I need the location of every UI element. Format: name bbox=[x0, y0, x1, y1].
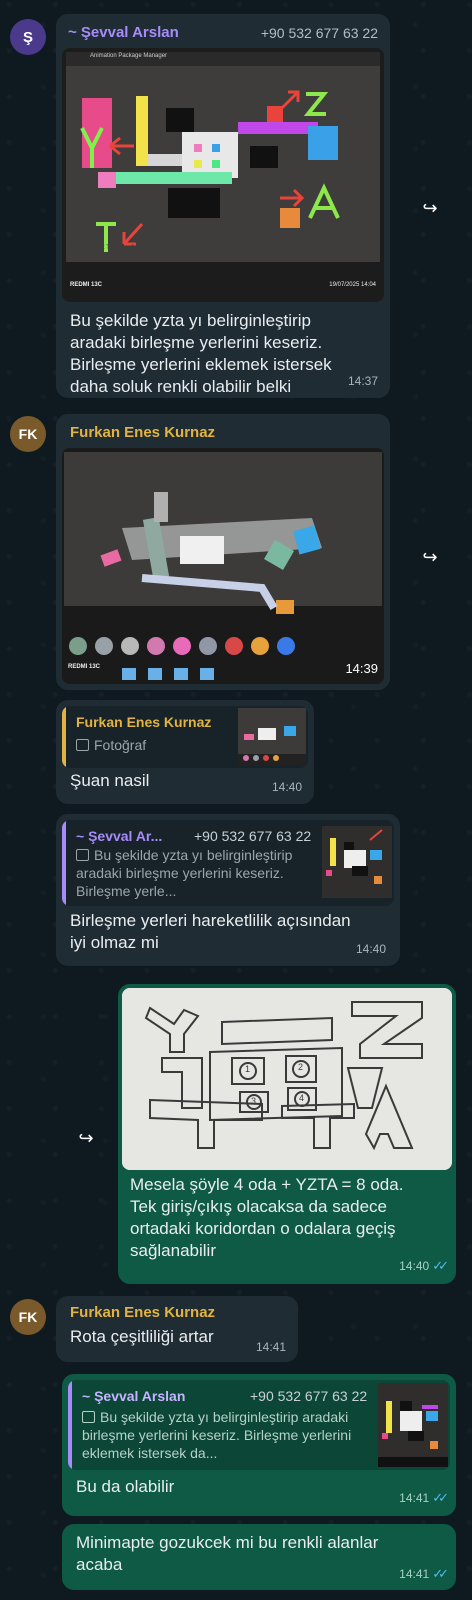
sketch-photo bbox=[122, 988, 452, 1170]
message-time: 14:39 bbox=[345, 661, 378, 676]
screenshot-photo bbox=[62, 448, 384, 684]
message-text: Şuan nasil bbox=[70, 771, 150, 790]
double-check-icon: ✓✓ bbox=[432, 1566, 449, 1581]
message-time: 14:40 ✓✓ bbox=[399, 1258, 449, 1274]
time-label: 14:40 bbox=[399, 1259, 430, 1273]
image-letters: Y ← U T ↗ Z T ↙ A → A bbox=[70, 245, 135, 251]
photo-icon bbox=[76, 739, 89, 751]
message-bubble[interactable]: ~ Şevval Arslan +90 532 677 63 22 Animat… bbox=[56, 14, 390, 398]
reply-thumbnail bbox=[238, 708, 306, 766]
reply-bar bbox=[62, 706, 66, 768]
sender-name[interactable]: ~ Şevval Arslan bbox=[68, 24, 179, 41]
message-text: Bu da olabilir bbox=[76, 1477, 175, 1496]
reply-quote[interactable]: ~ Şevval Ar... +90 532 677 63 22 Bu şeki… bbox=[62, 820, 394, 906]
reply-text: Bu şekilde yzta yı belirginleştirip arad… bbox=[76, 846, 314, 900]
message-time: 14:37 bbox=[347, 374, 378, 388]
message-bubble[interactable]: Furkan Enes Kurnaz REDMI 13C 14:39 bbox=[56, 414, 390, 690]
screenshot-photo bbox=[62, 48, 384, 302]
forward-icon[interactable]: ↪ bbox=[70, 1122, 102, 1154]
reply-bar bbox=[62, 820, 66, 906]
avatar[interactable]: FK bbox=[10, 1299, 46, 1335]
sketch-number: 2 bbox=[298, 1062, 304, 1072]
message-time: 14:41 ✓✓ bbox=[399, 1566, 449, 1582]
image-caption-left: REDMI 13C bbox=[70, 282, 103, 288]
message-bubble[interactable]: Furkan Enes Kurnaz Fotoğraf Şuan nasil 1… bbox=[56, 700, 314, 804]
message-text: Birleşme yerleri hareketlilik açısından … bbox=[70, 911, 351, 952]
image-caption-right: 19/07/2025 14:04 bbox=[329, 282, 376, 288]
message-image[interactable]: 1 2 3 4 YZTA bbox=[122, 988, 452, 1170]
reply-quote[interactable]: ~ Şevval Arslan +90 532 677 63 22 Bu şek… bbox=[68, 1380, 450, 1470]
image-caption: REDMI 13C bbox=[68, 664, 101, 670]
message-bubble[interactable]: Furkan Enes Kurnaz Rota çeşitliliği arta… bbox=[56, 1296, 298, 1362]
reply-thumbnail bbox=[322, 826, 392, 898]
message-text: Minimapte gozukcek mi bu renkli alanlar … bbox=[76, 1533, 379, 1574]
message-time: 14:40 bbox=[355, 942, 386, 956]
message-time: 14:41 bbox=[255, 1340, 286, 1354]
avatar[interactable]: FK bbox=[10, 416, 46, 452]
sender-name[interactable]: Furkan Enes Kurnaz bbox=[70, 1304, 215, 1321]
time-label: 14:41 bbox=[399, 1567, 430, 1581]
reply-sender: Furkan Enes Kurnaz bbox=[76, 714, 212, 730]
message-bubble[interactable]: 1 2 3 4 YZTA Mesela şöyle 4 oda + YZTA =… bbox=[118, 984, 456, 1284]
message-text: Mesela şöyle 4 oda + YZTA = 8 oda. Tek g… bbox=[130, 1175, 404, 1260]
reply-phone: +90 532 677 63 22 bbox=[194, 828, 312, 844]
image-ui-text: Animation Package Manager bbox=[90, 53, 168, 59]
message-text: Rota çeşitliliği artar bbox=[70, 1327, 214, 1346]
reply-quote[interactable]: Furkan Enes Kurnaz Fotoğraf bbox=[62, 706, 308, 768]
double-check-icon: ✓✓ bbox=[432, 1258, 449, 1273]
sketch-number: 4 bbox=[299, 1093, 305, 1103]
message-bubble[interactable]: ~ Şevval Ar... +90 532 677 63 22 Bu şeki… bbox=[56, 814, 400, 966]
message-time: 14:41 ✓✓ bbox=[399, 1490, 449, 1506]
message-image[interactable]: Animation Package Manager Y ← U T ↗ Z T … bbox=[62, 48, 384, 302]
message-time: 14:40 bbox=[271, 780, 302, 794]
reply-text: Bu şekilde yzta yı belirginleştirip arad… bbox=[82, 1408, 372, 1462]
double-check-icon: ✓✓ bbox=[432, 1490, 449, 1505]
sketch-number: 1 bbox=[245, 1064, 251, 1074]
reply-bar bbox=[68, 1380, 72, 1470]
reply-text-label: Bu şekilde yzta yı belirginleştirip arad… bbox=[76, 847, 293, 899]
sender-phone: +90 532 677 63 22 bbox=[260, 25, 378, 41]
sketch-number: 3 bbox=[251, 1096, 257, 1106]
reply-sender: ~ Şevval Ar... bbox=[76, 828, 163, 844]
message-bubble[interactable]: Minimapte gozukcek mi bu renkli alanlar … bbox=[62, 1524, 456, 1590]
avatar[interactable]: Ş bbox=[10, 19, 46, 55]
time-label: 14:41 bbox=[399, 1491, 430, 1505]
message-bubble[interactable]: ~ Şevval Arslan +90 532 677 63 22 Bu şek… bbox=[62, 1374, 456, 1516]
forward-icon[interactable]: ↪ bbox=[414, 192, 446, 224]
reply-text-label: Bu şekilde yzta yı belirginleştirip arad… bbox=[82, 1409, 352, 1461]
reply-thumbnail bbox=[378, 1383, 448, 1467]
reply-text: Fotoğraf bbox=[76, 736, 146, 754]
reply-text-label: Fotoğraf bbox=[94, 737, 147, 753]
photo-icon bbox=[76, 849, 89, 861]
reply-sender: ~ Şevval Arslan bbox=[82, 1388, 186, 1404]
message-image[interactable]: REDMI 13C bbox=[62, 448, 384, 684]
sender-name[interactable]: Furkan Enes Kurnaz bbox=[70, 424, 215, 441]
message-text: Bu şekilde yzta yı belirginleştirip arad… bbox=[70, 311, 332, 396]
sketch-letters: YZTA bbox=[126, 1154, 141, 1160]
forward-icon[interactable]: ↪ bbox=[414, 541, 446, 573]
reply-phone: +90 532 677 63 22 bbox=[250, 1388, 368, 1404]
photo-icon bbox=[82, 1411, 95, 1423]
